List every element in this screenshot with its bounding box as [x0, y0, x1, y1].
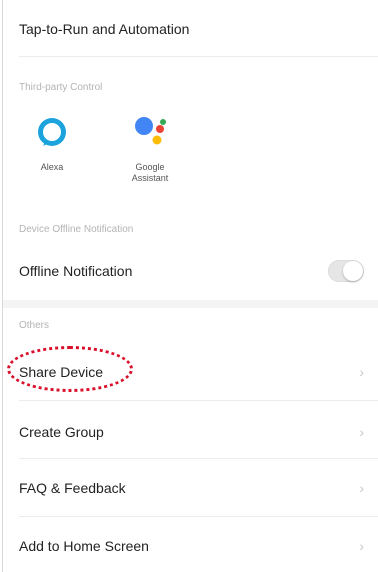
- chevron-right-icon: ›: [359, 364, 364, 380]
- offline-notification-label: Offline Notification: [19, 263, 133, 279]
- settings-panel: Tap-to-Run and Automation Third-party Co…: [2, 0, 378, 572]
- share-device-row[interactable]: Share Device ›: [3, 350, 378, 394]
- divider: [19, 516, 378, 517]
- third-party-list: Alexa Google Assistant: [17, 110, 185, 184]
- section-gap: [3, 300, 378, 308]
- divider: [19, 458, 378, 459]
- alexa-item[interactable]: Alexa: [17, 110, 87, 184]
- offline-section-title: Device Offline Notification: [19, 224, 134, 235]
- tap-to-run-label: Tap-to-Run and Automation: [19, 21, 190, 37]
- faq-feedback-label: FAQ & Feedback: [19, 480, 126, 496]
- google-assistant-item[interactable]: Google Assistant: [115, 110, 185, 184]
- toggle-knob: [343, 261, 363, 281]
- google-assistant-label: Google Assistant: [131, 162, 169, 183]
- chevron-right-icon: ›: [359, 538, 364, 554]
- chevron-right-icon: ›: [359, 424, 364, 440]
- divider: [19, 56, 378, 57]
- add-to-home-row[interactable]: Add to Home Screen ›: [3, 524, 378, 568]
- share-device-label: Share Device: [19, 364, 104, 380]
- chevron-right-icon: ›: [359, 480, 364, 496]
- faq-feedback-row[interactable]: FAQ & Feedback ›: [3, 466, 378, 510]
- alexa-label: Alexa: [40, 162, 64, 172]
- offline-notification-toggle[interactable]: [328, 260, 364, 282]
- tap-to-run-row[interactable]: Tap-to-Run and Automation: [3, 8, 378, 50]
- third-party-section-title: Third-party Control: [19, 82, 103, 93]
- google-assistant-icon: [128, 110, 172, 154]
- create-group-label: Create Group: [19, 424, 104, 440]
- others-section-title: Others: [19, 320, 50, 331]
- add-to-home-label: Add to Home Screen: [19, 538, 149, 554]
- create-group-row[interactable]: Create Group ›: [3, 410, 378, 454]
- offline-notification-row: Offline Notification: [3, 248, 378, 294]
- divider: [19, 400, 378, 401]
- alexa-icon: [30, 110, 74, 154]
